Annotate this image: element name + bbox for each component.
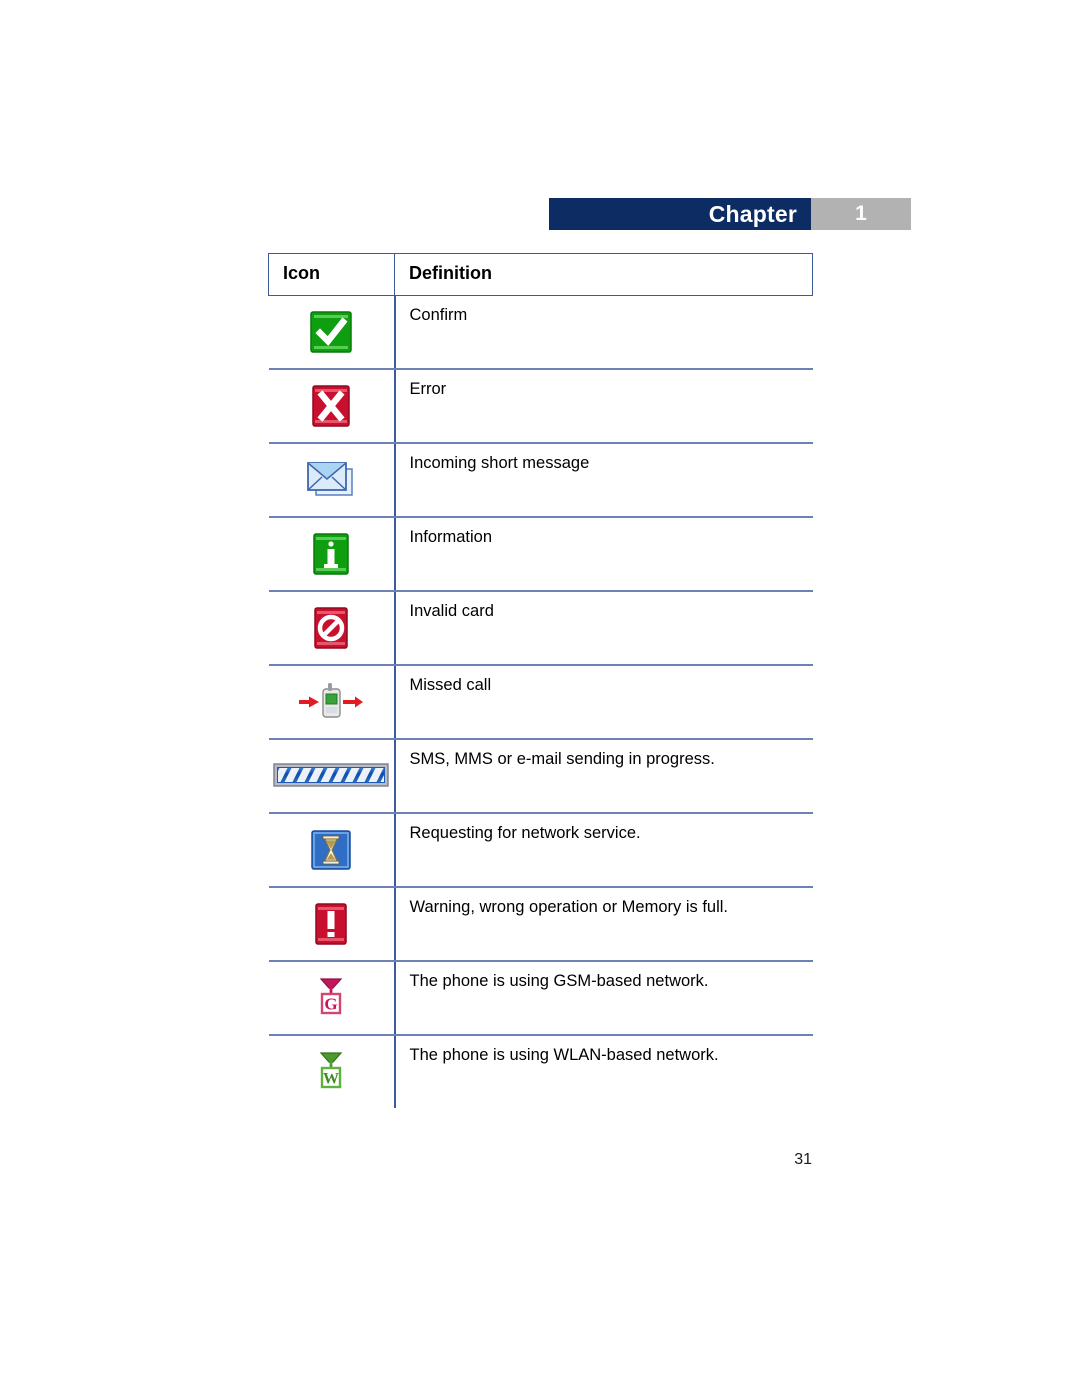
table-row: Incoming short message [268,443,813,518]
definition-cell: Invalid card [394,591,813,666]
wlan-network-icon: W [269,1043,394,1101]
icon-cell [268,813,396,888]
icon-cell [268,665,396,740]
table-row: Confirm [268,295,813,370]
definition-cell: Information [394,517,813,592]
table-header: Icon Definition [268,253,813,296]
chapter-number: 1 [811,198,911,230]
table-row: Error [268,369,813,444]
table-row: SMS, MMS or e-mail sending in progress. [268,739,813,814]
table-row: Requesting for network service. [268,813,813,888]
definition-cell: The phone is using WLAN-based network. [409,1046,719,1064]
confirm-icon [269,303,394,361]
icon-cell: W [268,1035,396,1108]
error-icon [269,377,394,435]
table-row: Information [268,517,813,592]
icon-cell [268,887,396,962]
table-row: Invalid card [268,591,813,666]
warning-icon [269,895,394,953]
definition-cell: Confirm [394,295,813,370]
column-header-definition: Definition [394,253,813,296]
definition-cell: SMS, MMS or e-mail sending in progress. [394,739,813,814]
svg-text:G: G [324,995,337,1014]
table-row: G The phone is using GSM-based network. [268,961,813,1036]
missed-call-icon [269,673,394,731]
page-number: 31 [794,1151,812,1168]
invalid-card-icon [269,599,394,657]
definition-cell: The phone is using GSM-based network. [394,961,813,1036]
definition-cell: Requesting for network service. [394,813,813,888]
icon-cell [268,443,396,518]
incoming-message-icon [269,451,394,509]
definition-cell: Warning, wrong operation or Memory is fu… [394,887,813,962]
hourglass-icon [269,821,394,879]
table-row: Warning, wrong operation or Memory is fu… [268,887,813,962]
chapter-label: Chapter [549,198,811,230]
definition-cell: Error [394,369,813,444]
column-header-icon: Icon [268,253,395,296]
information-icon [269,525,394,583]
icon-cell [268,739,396,814]
icon-cell [268,591,396,666]
table-row: W The phone is using WLAN-based network. [268,1035,813,1108]
icon-cell: G [268,961,396,1036]
icon-cell [268,369,396,444]
svg-text:W: W [323,1071,339,1088]
table-row: Missed call [268,665,813,740]
icon-cell [268,295,396,370]
gsm-network-icon: G [269,969,394,1027]
sending-progress-icon [269,747,394,805]
icon-definition-table: Icon Definition Confirm Error Incoming s… [268,253,813,1108]
definition-cell: Incoming short message [394,443,813,518]
icon-cell [268,517,396,592]
chapter-banner: Chapter 1 [549,198,911,230]
table-header-row: Icon Definition [268,253,813,296]
table-body: Confirm Error Incoming short message Inf… [268,295,813,1108]
definition-cell: Missed call [394,665,813,740]
